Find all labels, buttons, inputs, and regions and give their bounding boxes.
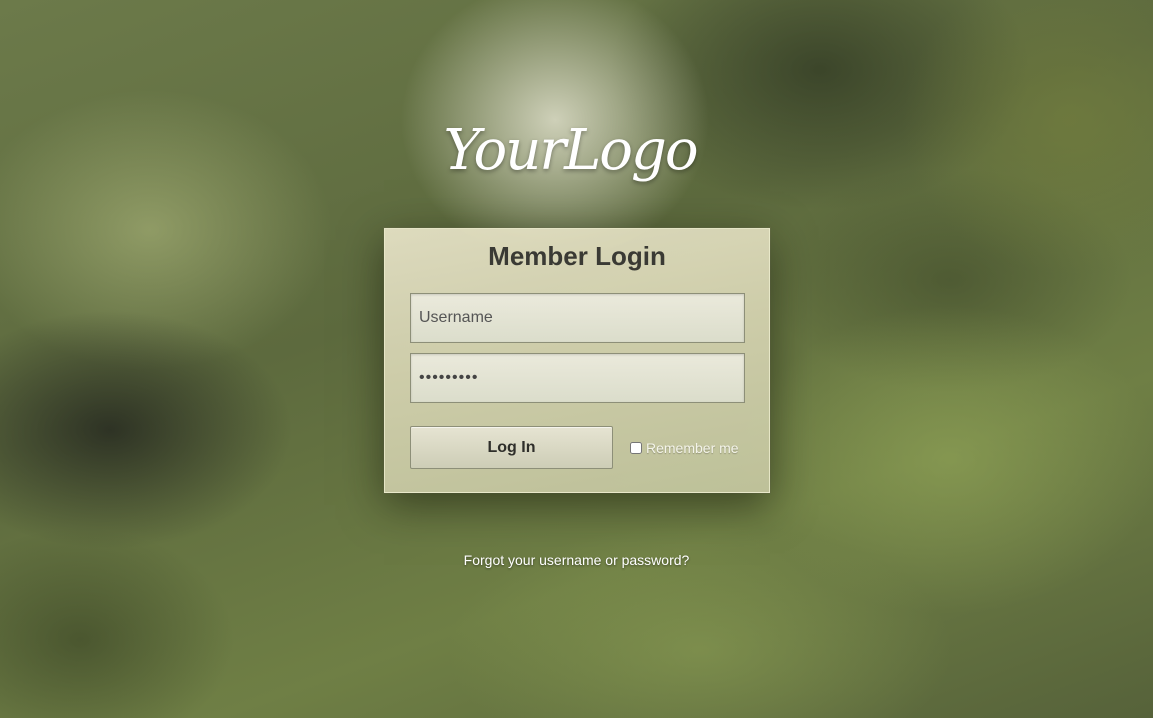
site-logo: YourLogo <box>440 100 700 200</box>
logo-text: YourLogo <box>443 117 698 183</box>
username-input[interactable] <box>410 293 745 343</box>
login-panel: Member Login Log In Remember me <box>384 228 770 493</box>
login-button[interactable]: Log In <box>410 426 613 469</box>
remember-me[interactable]: Remember me <box>630 440 739 456</box>
password-input[interactable] <box>410 353 745 403</box>
login-title: Member Login <box>488 241 666 271</box>
forgot-credentials-link[interactable]: Forgot your username or password? <box>0 552 1153 568</box>
remember-me-checkbox[interactable] <box>630 442 642 454</box>
remember-me-label: Remember me <box>646 440 739 456</box>
